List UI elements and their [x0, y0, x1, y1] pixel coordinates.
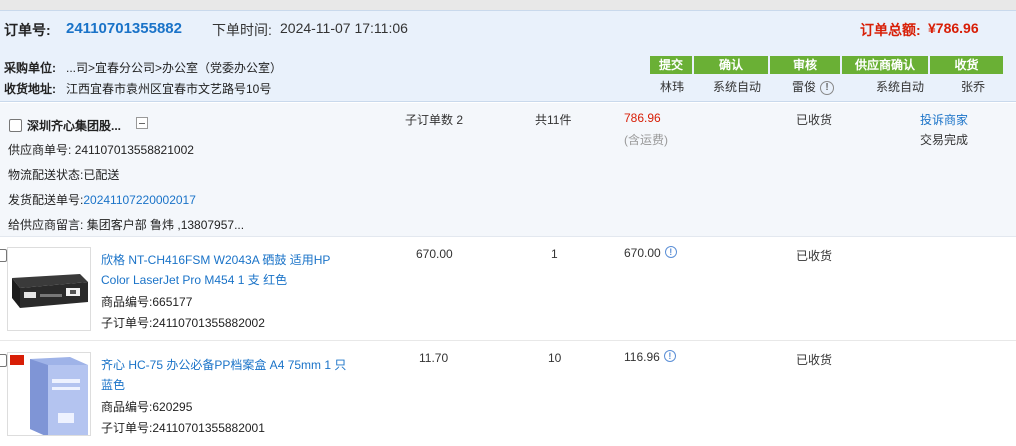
product-image-toner[interactable]: [7, 247, 91, 331]
step-submit: 提交: [650, 56, 692, 74]
complain-link[interactable]: 投诉商家: [920, 111, 968, 128]
sub-order-label: 子订单号:: [101, 421, 153, 435]
info-icon[interactable]: !: [664, 246, 677, 258]
message-value: 集团客户部 鲁炜 ,13807957...: [86, 218, 245, 232]
approval-steps: 提交 确认 审核 供应商确认 收货: [650, 56, 1005, 74]
sub-order-value: 24110701355882001: [152, 421, 265, 435]
trade-status: 交易完成: [920, 133, 969, 147]
info-icon[interactable]: !: [820, 80, 835, 95]
address-label: 收货地址:: [4, 82, 56, 96]
buyer-value: ...司>宜春分公司>办公室（党委办公室）: [66, 61, 283, 75]
logistics-row: 物流配送状态:已配送: [8, 166, 119, 183]
step-supplier-confirm: 供应商确认: [842, 56, 928, 74]
order-no-value: 24110701355882: [66, 20, 182, 37]
product-code-value: 620295: [152, 400, 193, 414]
step-submit-person: 林玮: [660, 80, 685, 94]
supplier-order-row: 供应商单号: 241107013558821002: [8, 141, 194, 158]
product-title-link[interactable]: 欣格 NT-CH416FSM W2043A 硒鼓 适用HP Color Lase…: [101, 250, 361, 290]
step-review-person: 雷俊: [792, 80, 817, 94]
shipment-row: 发货配送单号:20241107220002017: [8, 191, 196, 208]
message-label: 给供应商留言:: [8, 218, 84, 232]
step-supplier-confirm-person: 系统自动: [876, 80, 925, 94]
item-qty: 1: [551, 247, 558, 261]
step-receive: 收货: [930, 56, 1003, 74]
freight-note: (含运费): [624, 133, 668, 147]
order-no-label: 订单号:: [4, 22, 51, 38]
buyer-label: 采购单位:: [4, 61, 56, 75]
item-checkbox[interactable]: [0, 249, 7, 262]
item-checkbox[interactable]: [0, 354, 7, 367]
supplier-amount: 786.96: [624, 111, 661, 125]
product-code-row: 商品编号:665177: [101, 293, 192, 310]
supplier-checkbox[interactable]: [9, 119, 22, 132]
sub-order-value: 24110701355882002: [152, 316, 265, 330]
order-total-label: 订单总额:: [860, 22, 921, 38]
list-item: 齐心 HC-75 办公必备PP档案盒 A4 75mm 1 只 蓝色 商品编号:6…: [0, 342, 1016, 446]
order-time-label: 下单时间:: [212, 22, 272, 38]
item-status: 已收货: [796, 249, 833, 263]
sub-order-row: 子订单号:24110701355882001: [101, 419, 265, 436]
logistics-label: 物流配送状态:: [8, 168, 84, 182]
step-confirm-person: 系统自动: [713, 80, 762, 94]
step-receive-person: 张乔: [961, 80, 986, 94]
supplier-name: 深圳齐心集团股...: [27, 119, 122, 133]
product-code-label: 商品编号:: [101, 400, 153, 414]
file-box-icon: [8, 353, 90, 435]
order-time-value: 2024-11-07 17:11:06: [280, 20, 408, 36]
item-price: 670.00: [416, 247, 453, 261]
shipment-label: 发货配送单号:: [8, 193, 84, 207]
product-image-file-box[interactable]: [7, 352, 91, 436]
sub-order-row: 子订单号:24110701355882002: [101, 314, 265, 331]
sub-order-label: 子订单号:: [101, 316, 153, 330]
item-sum: 116.96: [624, 350, 660, 364]
item-status: 已收货: [796, 353, 833, 367]
product-code-label: 商品编号:: [101, 295, 153, 309]
step-review-person-wrap: 雷俊!: [792, 78, 835, 95]
supplier-section: 深圳齐心集团股... 供应商单号: 241107013558821002 物流配…: [0, 103, 1016, 237]
shipment-link[interactable]: 20241107220002017: [83, 193, 196, 207]
supplier-order-label: 供应商单号:: [8, 143, 72, 157]
list-item: 欣格 NT-CH416FSM W2043A 硒鼓 适用HP Color Lase…: [0, 237, 1016, 341]
toner-box-icon: [8, 248, 90, 330]
collapse-toggle[interactable]: [136, 117, 148, 129]
supplier-status: 已收货: [796, 113, 833, 127]
order-total-value: ¥786.96: [928, 20, 979, 36]
item-qty: 10: [548, 351, 562, 365]
item-price: 11.70: [419, 351, 449, 365]
supplier-order-value: 241107013558821002: [74, 143, 194, 157]
message-row: 给供应商留言: 集团客户部 鲁炜 ,13807957...: [8, 216, 244, 233]
step-confirm: 确认: [694, 56, 768, 74]
product-title-link[interactable]: 齐心 HC-75 办公必备PP档案盒 A4 75mm 1 只 蓝色: [101, 355, 361, 395]
product-code-value: 665177: [152, 295, 193, 309]
address-value: 江西宜春市袁州区宜春市文艺路号10号: [66, 82, 272, 96]
order-header: 订单号: 24110701355882 下单时间: 2024-11-07 17:…: [0, 10, 1016, 102]
logistics-value: 已配送: [83, 168, 120, 182]
top-strip: [0, 0, 1016, 10]
info-icon[interactable]: !: [663, 350, 676, 362]
sub-order-count: 子订单数 2: [405, 113, 464, 127]
step-review: 审核: [770, 56, 840, 74]
item-sum-wrap: 116.96!: [624, 350, 676, 364]
item-count: 共11件: [535, 113, 572, 127]
item-sum: 670.00: [624, 246, 661, 260]
product-code-row: 商品编号:620295: [101, 398, 192, 415]
item-sum-wrap: 670.00!: [624, 246, 677, 260]
